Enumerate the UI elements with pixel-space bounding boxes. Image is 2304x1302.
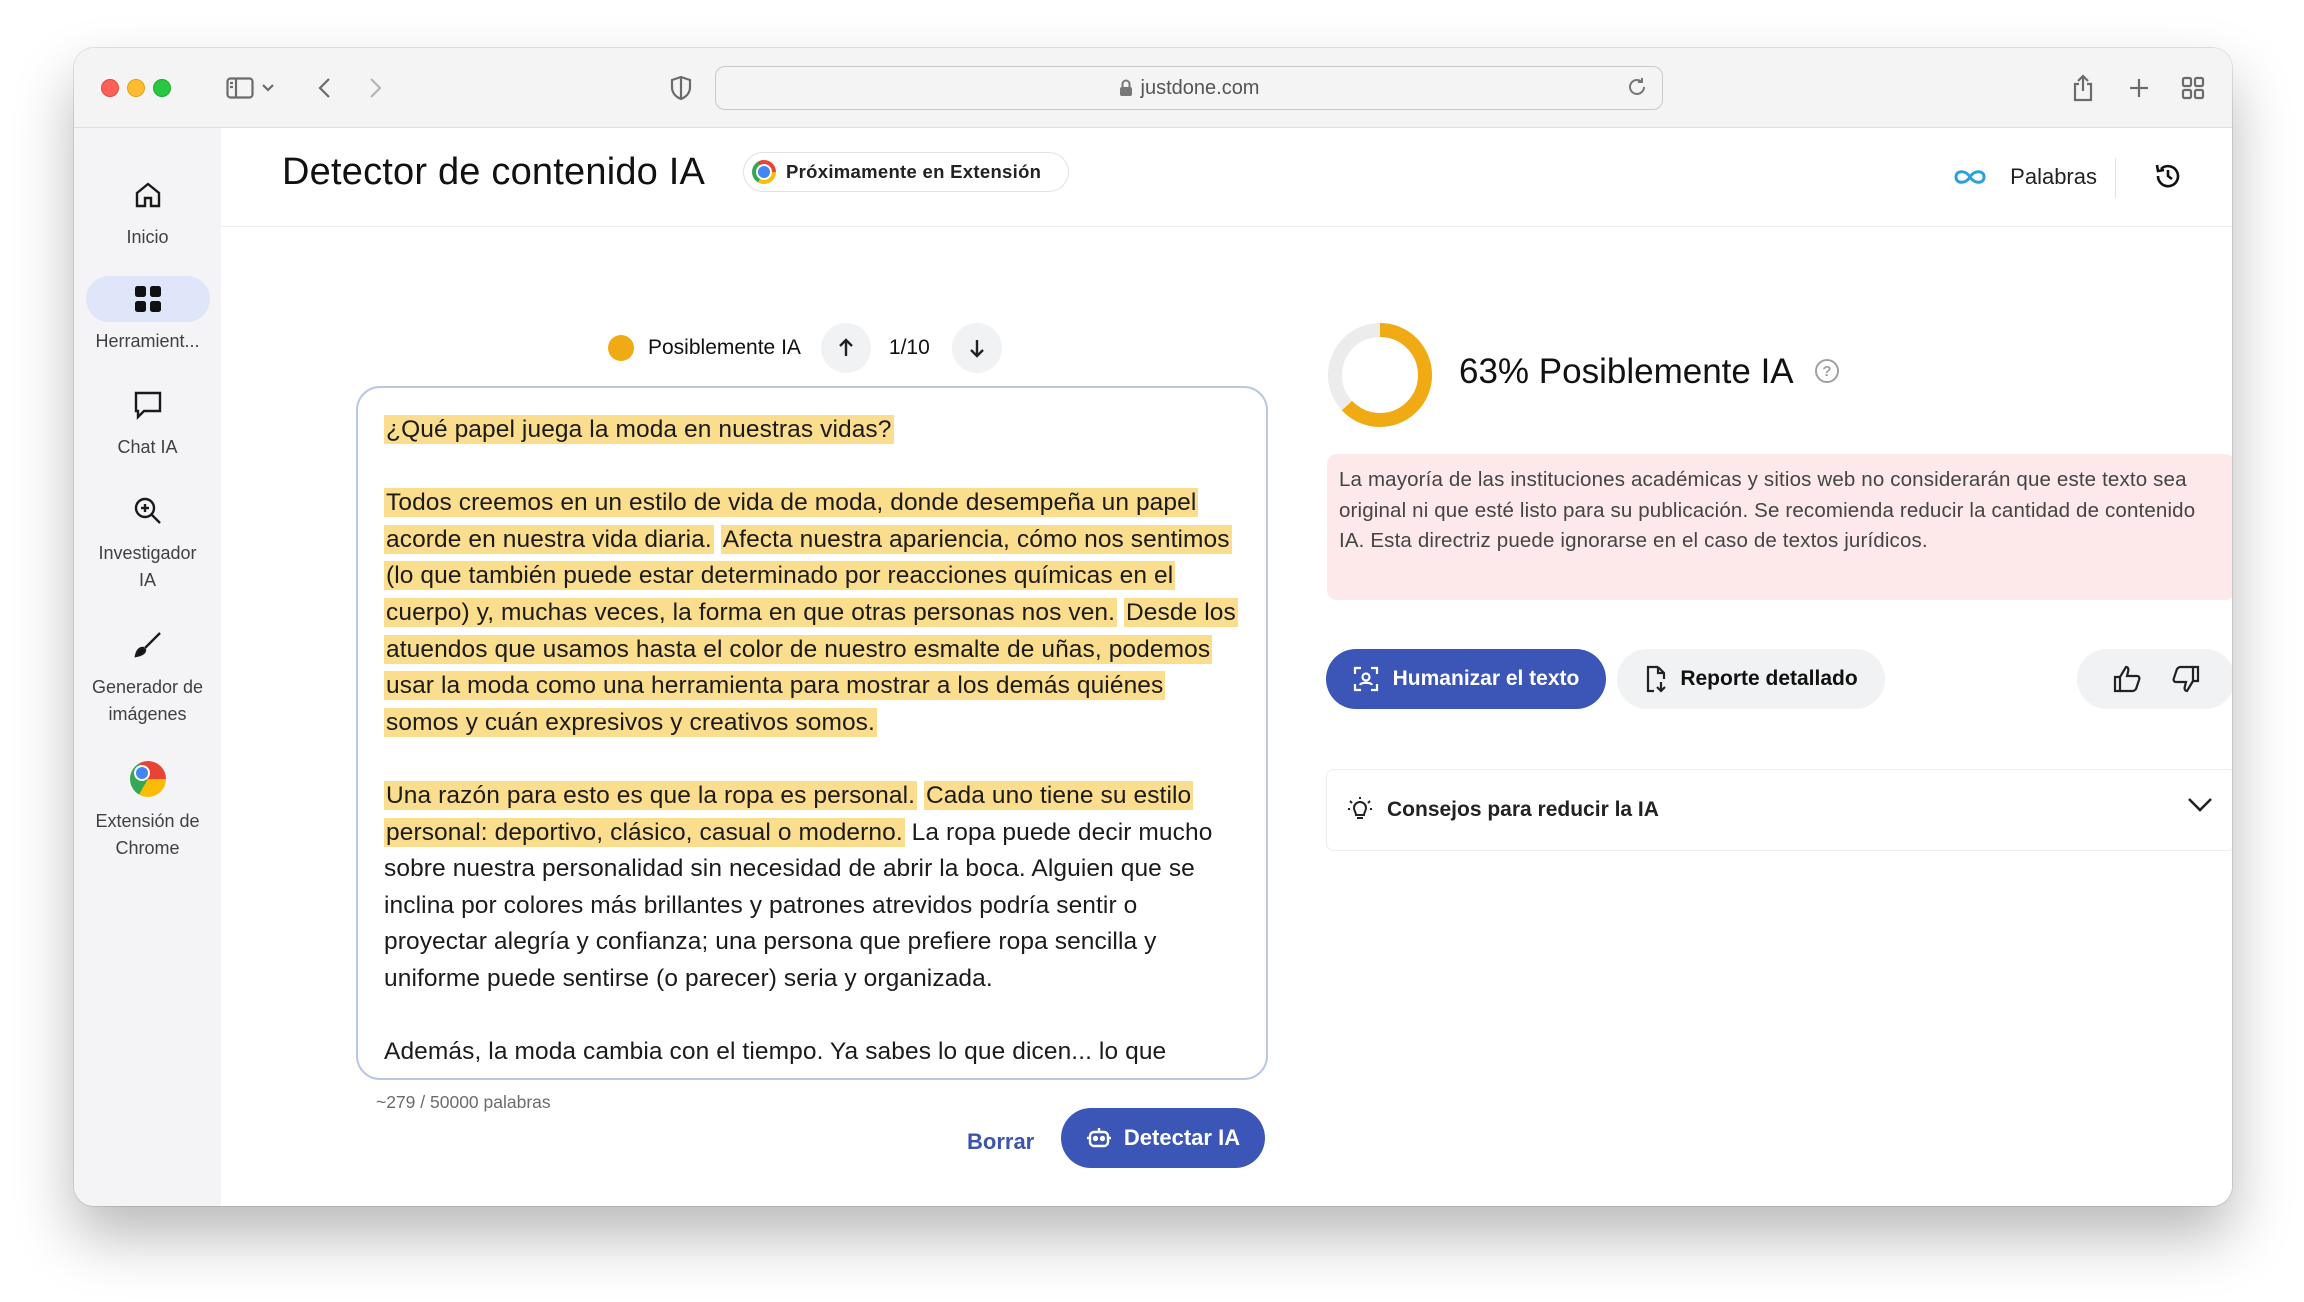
close-window-button[interactable] — [101, 79, 119, 97]
history-icon[interactable] — [2152, 160, 2184, 197]
address-url: justdone.com — [1140, 76, 1260, 99]
sidebar-item-extension-chrome[interactable]: Extensión de Chrome — [74, 756, 221, 862]
sidebar-item-label: Extensión de Chrome — [95, 811, 200, 858]
ai-segment-navigator: Posiblemente IA 1/10 — [608, 323, 1002, 373]
editor-paragraph: ¿Qué papel juega la moda en nuestras vid… — [384, 412, 1240, 449]
browser-window: justdone.com Inicio Herramient... Chat I… — [74, 48, 2232, 1206]
words-indicator[interactable]: Palabras — [1950, 164, 2097, 190]
previous-segment-button[interactable] — [820, 323, 871, 373]
detailed-report-label: Reporte detallado — [1680, 667, 1858, 690]
arrow-up-icon — [839, 338, 853, 356]
words-label: Palabras — [2010, 164, 2097, 189]
next-segment-button[interactable] — [951, 323, 1002, 373]
new-tab-icon[interactable] — [2126, 70, 2152, 106]
search-zoom-icon — [86, 488, 210, 534]
privacy-shield-icon[interactable] — [668, 70, 694, 106]
chrome-icon — [752, 160, 776, 184]
ai-score-ring — [1328, 323, 1432, 427]
tab-overview-icon[interactable] — [2180, 70, 2206, 106]
share-icon[interactable] — [2070, 70, 2096, 106]
plain-text: Además, la moda cambia con el tiempo. Ya… — [384, 1038, 1167, 1066]
ai-highlighted-text: ¿Qué papel juega la moda en nuestras vid… — [384, 415, 894, 444]
robot-icon — [1086, 1128, 1111, 1148]
humanize-label: Humanizar el texto — [1392, 667, 1580, 690]
plain-text — [714, 526, 721, 553]
ai-highlighted-text: Una razón para esto es que la ropa es pe… — [384, 780, 918, 810]
arrow-down-icon — [969, 340, 984, 358]
chrome-icon — [86, 756, 210, 802]
segment-position: 1/10 — [888, 336, 930, 359]
detect-ai-label: Detectar IA — [1123, 1125, 1241, 1150]
chevron-down-icon — [2188, 798, 2212, 812]
plain-text — [1117, 599, 1124, 626]
word-count: ~279 / 50000 palabras — [376, 1092, 551, 1112]
sidebar-item-label: Chat IA — [117, 437, 178, 457]
extension-badge[interactable]: Próximamente en Extensión — [743, 152, 1069, 192]
sidebar-item-label: Herramient... — [95, 331, 200, 351]
editor-paragraph: Todos creemos en un estilo de vida de mo… — [384, 485, 1240, 741]
minimize-window-button[interactable] — [127, 79, 145, 97]
ai-indicator-dot — [608, 335, 634, 361]
back-icon[interactable] — [312, 70, 336, 106]
extension-badge-label: Próximamente en Extensión — [786, 161, 1042, 182]
brush-icon — [86, 622, 210, 668]
chat-icon — [86, 382, 210, 428]
page-header: Detector de contenido IA Próximamente en… — [221, 128, 2232, 227]
navigator-label: Posiblemente IA — [648, 336, 801, 359]
editor-paragraph: Además, la moda cambia con el tiempo. Ya… — [384, 1034, 1240, 1071]
sidebar-item-investigador-ia[interactable]: Investigador IA — [74, 488, 221, 594]
address-bar[interactable]: justdone.com — [715, 66, 1663, 110]
forward-icon[interactable] — [364, 70, 388, 106]
ai-score-text: 63% Posiblemente IA — [1459, 352, 1794, 391]
lock-icon — [1119, 79, 1132, 96]
main-content: Detector de contenido IA Próximamente en… — [221, 128, 2232, 1206]
reload-icon[interactable] — [1626, 76, 1648, 98]
maximize-window-button[interactable] — [153, 79, 171, 97]
sidebar-item-generador-imagenes[interactable]: Generador de imágenes — [74, 622, 221, 728]
sidebar-item-label: Inicio — [126, 227, 169, 247]
ai-tips-accordion[interactable]: Consejos para reducir la IA — [1326, 769, 2232, 851]
sidebar-item-inicio[interactable]: Inicio — [74, 172, 221, 251]
header-divider — [2115, 158, 2116, 198]
lightbulb-icon — [1348, 797, 1372, 819]
ai-warning-message: La mayoría de las instituciones académic… — [1327, 454, 2232, 600]
browser-titlebar: justdone.com — [74, 48, 2232, 128]
detailed-report-button[interactable]: Reporte detallado — [1617, 649, 1885, 709]
thumbs-up-icon[interactable] — [2112, 664, 2142, 694]
humanize-button[interactable]: Humanizar el texto — [1326, 649, 1606, 709]
clear-button[interactable]: Borrar — [967, 1129, 1034, 1155]
detect-ai-button[interactable]: Detectar IA — [1061, 1108, 1265, 1168]
text-editor[interactable]: ¿Qué papel juega la moda en nuestras vid… — [356, 386, 1268, 1080]
editor-paragraph: Una razón para esto es que la ropa es pe… — [384, 778, 1240, 998]
sidebar-item-label: Investigador IA — [98, 543, 197, 590]
ai-tips-label: Consejos para reducir la IA — [1387, 798, 1659, 821]
sidebar-toggle-icon[interactable] — [220, 70, 280, 106]
infinity-icon — [1954, 170, 1986, 184]
document-download-icon — [1647, 665, 1667, 693]
sidebar-item-label: Generador de imágenes — [91, 677, 204, 724]
page-title: Detector de contenido IA — [282, 151, 706, 193]
sidebar-item-chat-ia[interactable]: Chat IA — [74, 382, 221, 461]
sidebar-item-herramientas[interactable]: Herramient... — [74, 276, 221, 355]
face-scan-icon — [1353, 666, 1378, 692]
app-sidebar: Inicio Herramient... Chat IA Investigado… — [74, 128, 221, 1206]
help-icon[interactable]: ? — [1815, 359, 1839, 383]
plain-text — [917, 782, 924, 809]
grid-icon — [85, 276, 210, 322]
home-icon — [86, 172, 210, 218]
feedback-group — [2077, 649, 2232, 709]
thumbs-down-icon[interactable] — [2171, 664, 2201, 694]
